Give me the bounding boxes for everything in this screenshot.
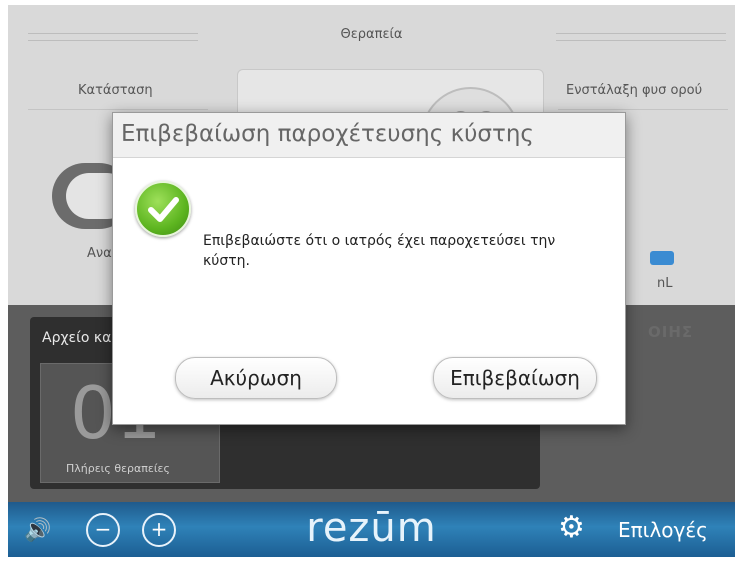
- gear-icon[interactable]: ⚙: [558, 510, 585, 545]
- right-section-label: ΟΙΗΣ: [648, 323, 694, 341]
- records-title: Αρχείο κα: [42, 330, 112, 346]
- status-rule: [28, 109, 208, 110]
- page-title: Θεραπεία: [340, 27, 403, 42]
- dialog-header: Επιβεβαίωση παροχέτευσης κύστης: [113, 113, 625, 158]
- cancel-button[interactable]: Ακύρωση: [175, 357, 337, 399]
- saline-label: Ενστάλαξη φυσ ορού: [566, 83, 703, 98]
- records-subtitle: Πλήρεις θεραπείες: [66, 462, 170, 475]
- saline-indicator: [650, 251, 674, 265]
- options-button[interactable]: Επιλογές: [618, 518, 708, 542]
- toggle-label: Ανα: [87, 246, 112, 261]
- confirm-drainage-dialog: Επιβεβαίωση παροχέτευσης κύστης Επιβεβαι…: [112, 112, 626, 425]
- saline-unit: nL: [657, 276, 673, 291]
- confirm-button[interactable]: Επιβεβαίωση: [433, 357, 597, 399]
- dialog-title: Επιβεβαίωση παροχέτευσης κύστης: [121, 121, 534, 147]
- checkmark-icon: [135, 181, 191, 237]
- status-label: Κατάσταση: [78, 83, 153, 98]
- saline-rule: [558, 109, 728, 110]
- dialog-message: Επιβεβαιώστε ότι ο ιατρός έχει παροχετεύ…: [203, 233, 556, 269]
